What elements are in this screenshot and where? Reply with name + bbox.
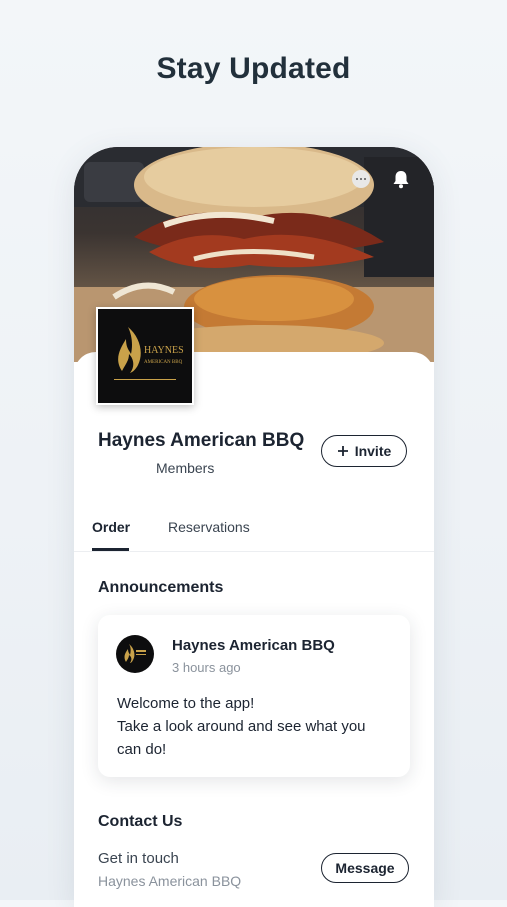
svg-text:AMERICAN BBQ: AMERICAN BBQ xyxy=(144,360,183,365)
author-avatar xyxy=(116,635,154,673)
invite-button[interactable]: Invite xyxy=(321,435,407,467)
business-name: Haynes American BBQ xyxy=(98,430,305,451)
svg-text:HAYNES: HAYNES xyxy=(144,345,184,356)
contact-title: Contact Us xyxy=(98,813,183,830)
post-line: can do! xyxy=(117,741,167,758)
tab-reservations[interactable]: Reservations xyxy=(168,519,250,535)
post-author: Haynes American BBQ xyxy=(172,637,335,654)
announcements-title: Announcements xyxy=(98,579,224,596)
active-tab-indicator xyxy=(92,548,129,551)
phone-mockup: HAYNES AMERICAN BBQ Haynes American BBQ … xyxy=(74,147,434,907)
post-body: Welcome to the app! Take a look around a… xyxy=(117,692,366,761)
tab-bar: Order Reservations xyxy=(74,515,434,552)
bell-icon[interactable] xyxy=(392,169,410,189)
invite-label: Invite xyxy=(354,443,392,459)
announcement-card[interactable]: Haynes American BBQ 3 hours ago Welcome … xyxy=(98,615,410,777)
chat-icon[interactable] xyxy=(352,170,370,188)
contact-business-name: Haynes American BBQ xyxy=(98,873,242,889)
top-icons xyxy=(352,169,410,189)
plus-icon xyxy=(337,446,348,456)
members-label[interactable]: Members xyxy=(156,460,214,476)
page-headline: Stay Updated xyxy=(156,52,351,85)
post-line: Take a look around and see what you xyxy=(117,718,366,735)
tab-order[interactable]: Order xyxy=(92,519,130,535)
post-timestamp: 3 hours ago xyxy=(172,660,241,675)
business-logo: HAYNES AMERICAN BBQ xyxy=(96,307,194,405)
flame-logo: HAYNES AMERICAN BBQ xyxy=(114,327,184,380)
flame-logo-small xyxy=(124,644,146,663)
message-button[interactable]: Message xyxy=(321,853,409,883)
get-in-touch-label: Get in touch xyxy=(98,850,179,867)
post-line: Welcome to the app! xyxy=(117,695,255,712)
